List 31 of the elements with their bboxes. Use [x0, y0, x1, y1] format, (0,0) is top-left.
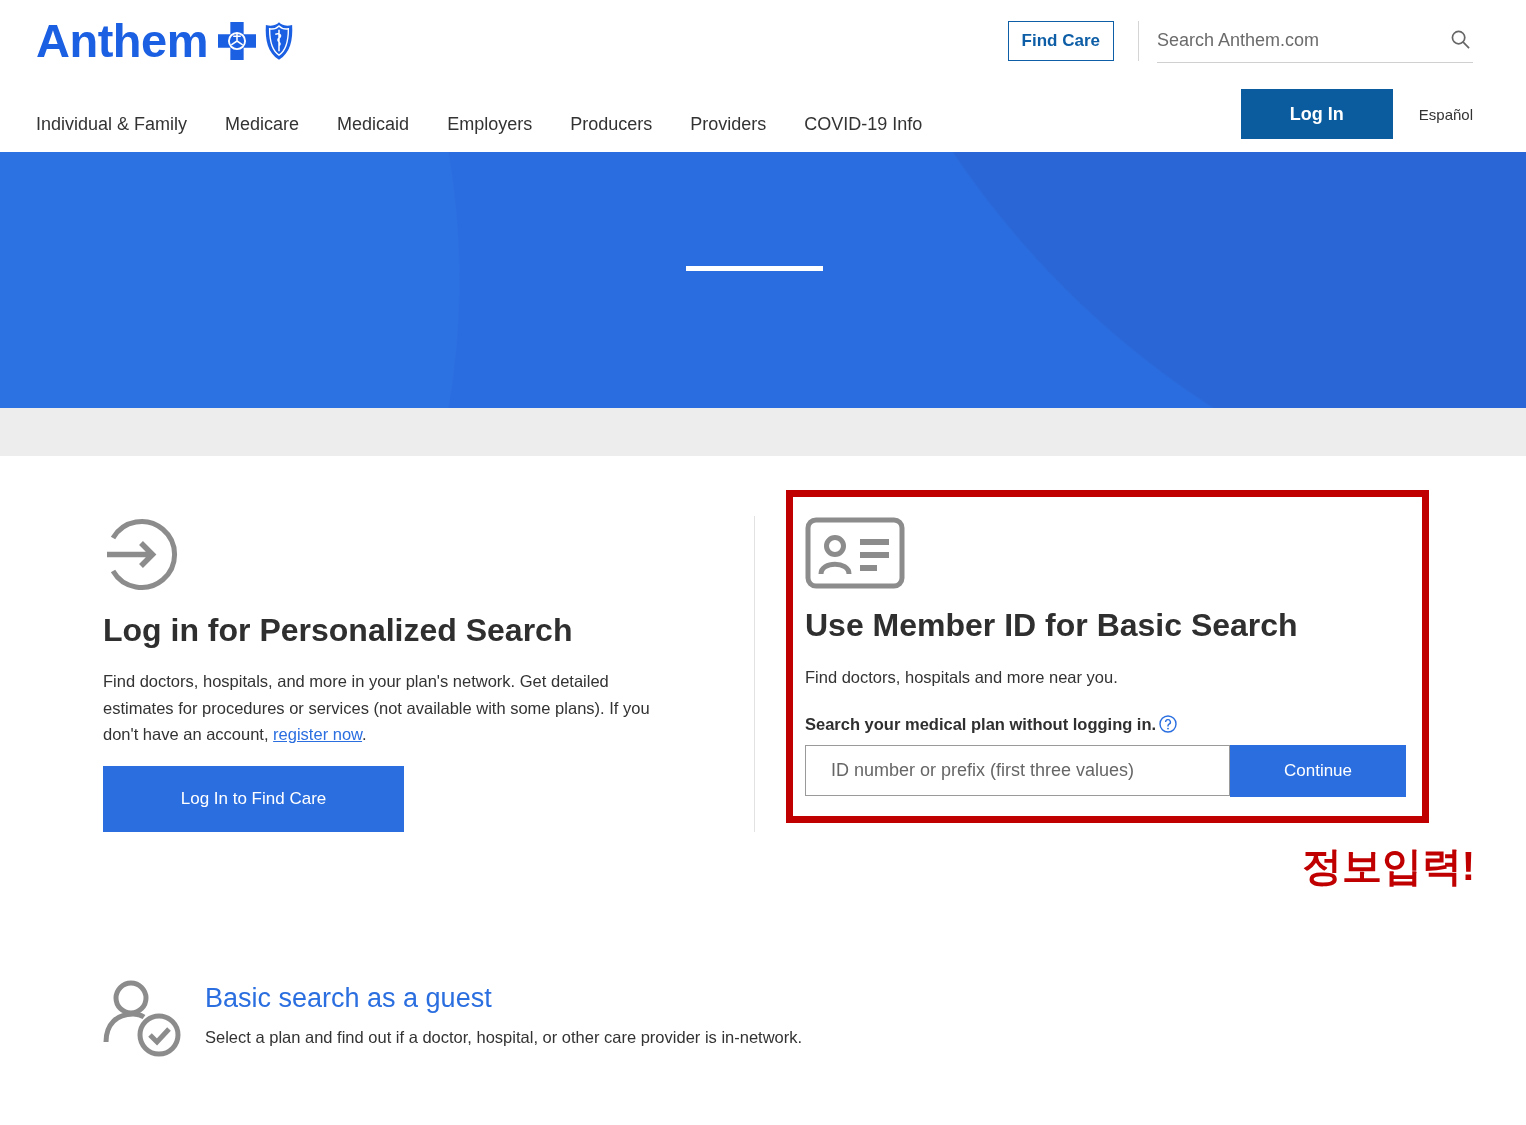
field-label: Search your medical plan without logging in. [805, 714, 1157, 735]
annotation-label: 정보입력! [1301, 844, 1475, 888]
login-find-care-button[interactable]: Log In to Find Care [103, 765, 404, 832]
shield-emblem-icon [263, 21, 294, 61]
section-heading: Log in for Personalized Search [103, 611, 573, 650]
help-icon[interactable] [1159, 715, 1178, 733]
nav-link[interactable]: COVID-19 Info [804, 113, 923, 135]
description-text: Find doctors, hospitals and more near you. [805, 667, 1118, 688]
search-field[interactable]: Search Anthem.com [1157, 19, 1473, 63]
logo-wordmark[interactable]: Anthem [36, 19, 208, 63]
search-icon[interactable] [1451, 30, 1470, 49]
description-text: Select a plan and find out if a doctor, hospital, or other care provider is in-network. [205, 1027, 803, 1048]
language-link[interactable]: Español [1418, 105, 1473, 123]
guest-check-icon [103, 979, 181, 1057]
member-id-input[interactable]: ID number or prefix (first three values) [805, 745, 1230, 796]
nav-link[interactable]: Medicaid [337, 113, 410, 135]
id-card-icon [805, 517, 905, 589]
description-text: Find doctors, hospitals, and more in your plan's network. Get detailed estimates for procedures or services (not available with some plans). If you don't have an account, register now. [103, 671, 651, 745]
cross-emblem-icon [217, 22, 256, 60]
find-care-button[interactable]: Find Care [1007, 21, 1114, 61]
login-arrow-icon [105, 518, 178, 591]
nav-link[interactable]: Individual & Family [36, 113, 188, 135]
nav-link[interactable]: Employers [447, 113, 533, 135]
section-heading: Use Member ID for Basic Search [805, 606, 1298, 645]
nav-link[interactable]: Medicare [225, 113, 300, 135]
register-link[interactable]: register now [273, 725, 363, 743]
nav-link[interactable]: Providers [690, 113, 767, 135]
login-button[interactable]: Log In [1240, 89, 1393, 139]
nav-link[interactable]: Producers [570, 113, 653, 135]
continue-button[interactable]: Continue [1230, 745, 1406, 797]
guest-search-link[interactable]: Basic search as a guest [205, 981, 492, 1015]
